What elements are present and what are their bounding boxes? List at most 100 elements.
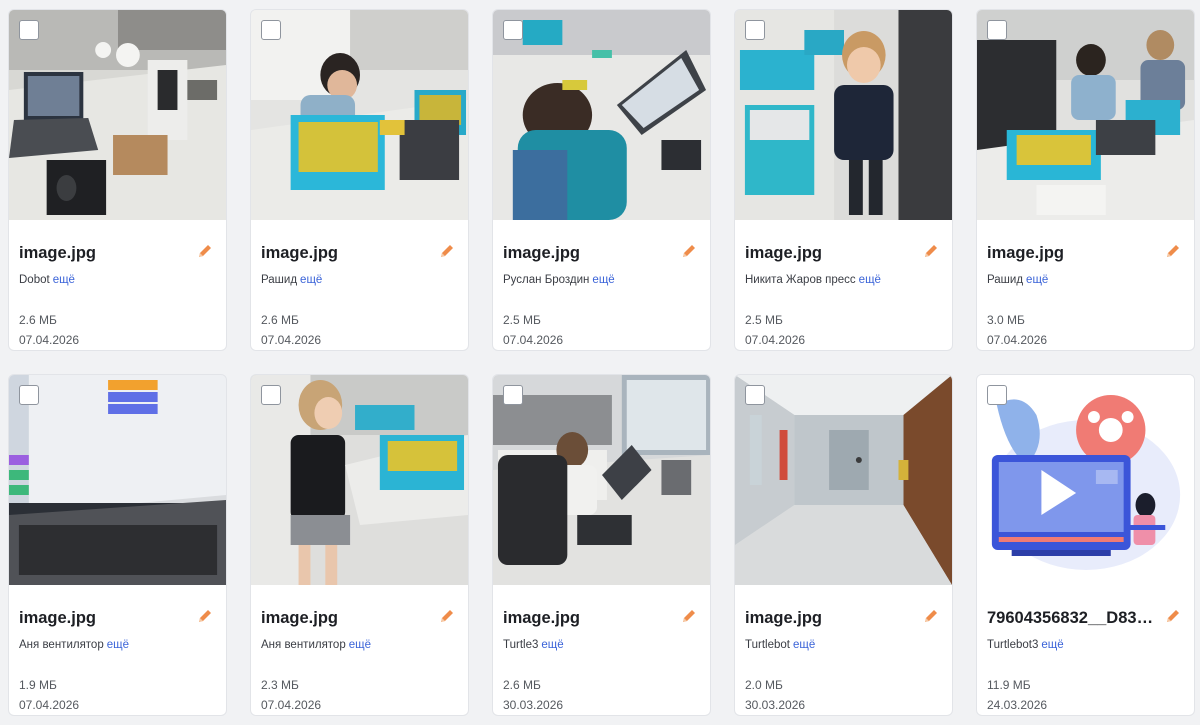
pencil-icon[interactable] [196,242,214,260]
media-card[interactable]: image.jpg Turtle3 ещё 2.6 МБ 30.03.2026 [492,374,711,716]
pencil-icon[interactable] [438,242,456,260]
description-text: Turtlebot3 [987,639,1039,651]
media-card[interactable]: image.jpg Аня вентилятор ещё 2.3 МБ 07.04… [250,374,469,716]
more-link[interactable]: ещё [1041,639,1063,651]
file-description: Dobot ещё [19,274,75,286]
file-date: 30.03.2026 [745,698,806,712]
pencil-icon[interactable] [1164,242,1182,260]
thumbnail-video-illustration[interactable] [977,375,1194,585]
more-link[interactable]: ещё [1026,274,1048,286]
select-checkbox[interactable] [745,20,765,40]
file-date: 07.04.2026 [19,333,80,347]
file-date: 07.04.2026 [261,333,322,347]
file-date: 07.04.2026 [261,698,322,712]
description-text: Руслан Броздин [503,274,590,286]
thumbnail-boy-standing[interactable] [735,10,952,220]
select-checkbox[interactable] [19,20,39,40]
file-size: 2.5 МБ [503,313,541,327]
file-description: Turtlebot ещё [745,639,815,651]
more-link[interactable]: ещё [541,639,563,651]
pencil-icon[interactable] [438,607,456,625]
pencil-icon[interactable] [922,607,940,625]
file-size: 2.6 МБ [503,678,541,692]
pencil-icon[interactable] [680,242,698,260]
description-text: Аня вентилятор [261,639,346,651]
description-text: Turtle3 [503,639,539,651]
thumbnail-corridor[interactable] [735,375,952,585]
more-link[interactable]: ещё [300,274,322,286]
file-name[interactable]: image.jpg [261,244,431,263]
file-size: 2.3 МБ [261,678,299,692]
file-date: 07.04.2026 [503,333,564,347]
more-link[interactable]: ещё [793,639,815,651]
file-size: 2.5 МБ [745,313,783,327]
pencil-icon[interactable] [680,607,698,625]
file-name[interactable]: image.jpg [503,609,673,628]
file-name[interactable]: image.jpg [19,609,189,628]
pencil-icon[interactable] [196,607,214,625]
file-name[interactable]: image.jpg [19,244,189,263]
description-text: Рашид [987,274,1024,286]
thumbnail-boy-chair[interactable] [493,375,710,585]
file-date: 07.04.2026 [745,333,806,347]
media-card[interactable]: image.jpg Turtlebot ещё 2.0 МБ 30.03.2026 [734,374,953,716]
more-link[interactable]: ещё [349,639,371,651]
file-name[interactable]: 79604356832__D83… [987,609,1157,628]
thumbnail-boys-table[interactable] [977,10,1194,220]
thumbnail-girl-lego[interactable] [251,375,468,585]
description-text: Аня вентилятор [19,639,104,651]
description-text: Рашид [261,274,298,286]
media-gallery: image.jpg Dobot ещё 2.6 МБ 07.04.2026 im… [8,9,1198,719]
select-checkbox[interactable] [745,385,765,405]
select-checkbox[interactable] [503,20,523,40]
file-description: Аня вентилятор ещё [261,639,371,651]
thumbnail-robot-desk[interactable] [9,10,226,220]
file-date: 07.04.2026 [19,698,80,712]
file-description: Рашид ещё [261,274,322,286]
file-size: 2.6 МБ [261,313,299,327]
file-description: Никита Жаров пресс ещё [745,274,881,286]
pencil-icon[interactable] [1164,607,1182,625]
file-description: Turtlebot3 ещё [987,639,1064,651]
file-description: Руслан Броздин ещё [503,274,615,286]
more-link[interactable]: ещё [592,274,614,286]
select-checkbox[interactable] [261,385,281,405]
file-size: 1.9 МБ [19,678,57,692]
file-size: 2.0 МБ [745,678,783,692]
media-card[interactable]: image.jpg Никита Жаров пресс ещё 2.5 МБ 0… [734,9,953,351]
file-name[interactable]: image.jpg [987,244,1157,263]
thumbnail-boy-lego[interactable] [251,10,468,220]
file-date: 30.03.2026 [503,698,564,712]
file-date: 24.03.2026 [987,698,1048,712]
pencil-icon[interactable] [922,242,940,260]
media-card[interactable]: image.jpg Руслан Броздин ещё 2.5 МБ 07.04… [492,9,711,351]
file-name[interactable]: image.jpg [503,244,673,263]
more-link[interactable]: ещё [107,639,129,651]
select-checkbox[interactable] [19,385,39,405]
select-checkbox[interactable] [261,20,281,40]
media-card[interactable]: image.jpg Рашид ещё 2.6 МБ 07.04.2026 [250,9,469,351]
file-size: 11.9 МБ [987,678,1031,692]
select-checkbox[interactable] [987,385,1007,405]
more-link[interactable]: ещё [53,274,75,286]
file-size: 2.6 МБ [19,313,57,327]
media-card[interactable]: image.jpg Dobot ещё 2.6 МБ 07.04.2026 [8,9,227,351]
file-description: Рашид ещё [987,274,1048,286]
thumbnail-laptop-scratch[interactable] [9,375,226,585]
media-card[interactable]: 79604356832__D83… Turtlebot3 ещё 11.9 МБ … [976,374,1195,716]
file-name[interactable]: image.jpg [745,244,915,263]
description-text: Turtlebot [745,639,790,651]
thumbnail-boy-laptop[interactable] [493,10,710,220]
select-checkbox[interactable] [503,385,523,405]
file-name[interactable]: image.jpg [261,609,431,628]
file-date: 07.04.2026 [987,333,1048,347]
more-link[interactable]: ещё [859,274,881,286]
select-checkbox[interactable] [987,20,1007,40]
file-description: Turtle3 ещё [503,639,564,651]
media-card[interactable]: image.jpg Рашид ещё 3.0 МБ 07.04.2026 [976,9,1195,351]
description-text: Dobot [19,274,50,286]
description-text: Никита Жаров пресс [745,274,856,286]
file-name[interactable]: image.jpg [745,609,915,628]
file-size: 3.0 МБ [987,313,1025,327]
media-card[interactable]: image.jpg Аня вентилятор ещё 1.9 МБ 07.04… [8,374,227,716]
